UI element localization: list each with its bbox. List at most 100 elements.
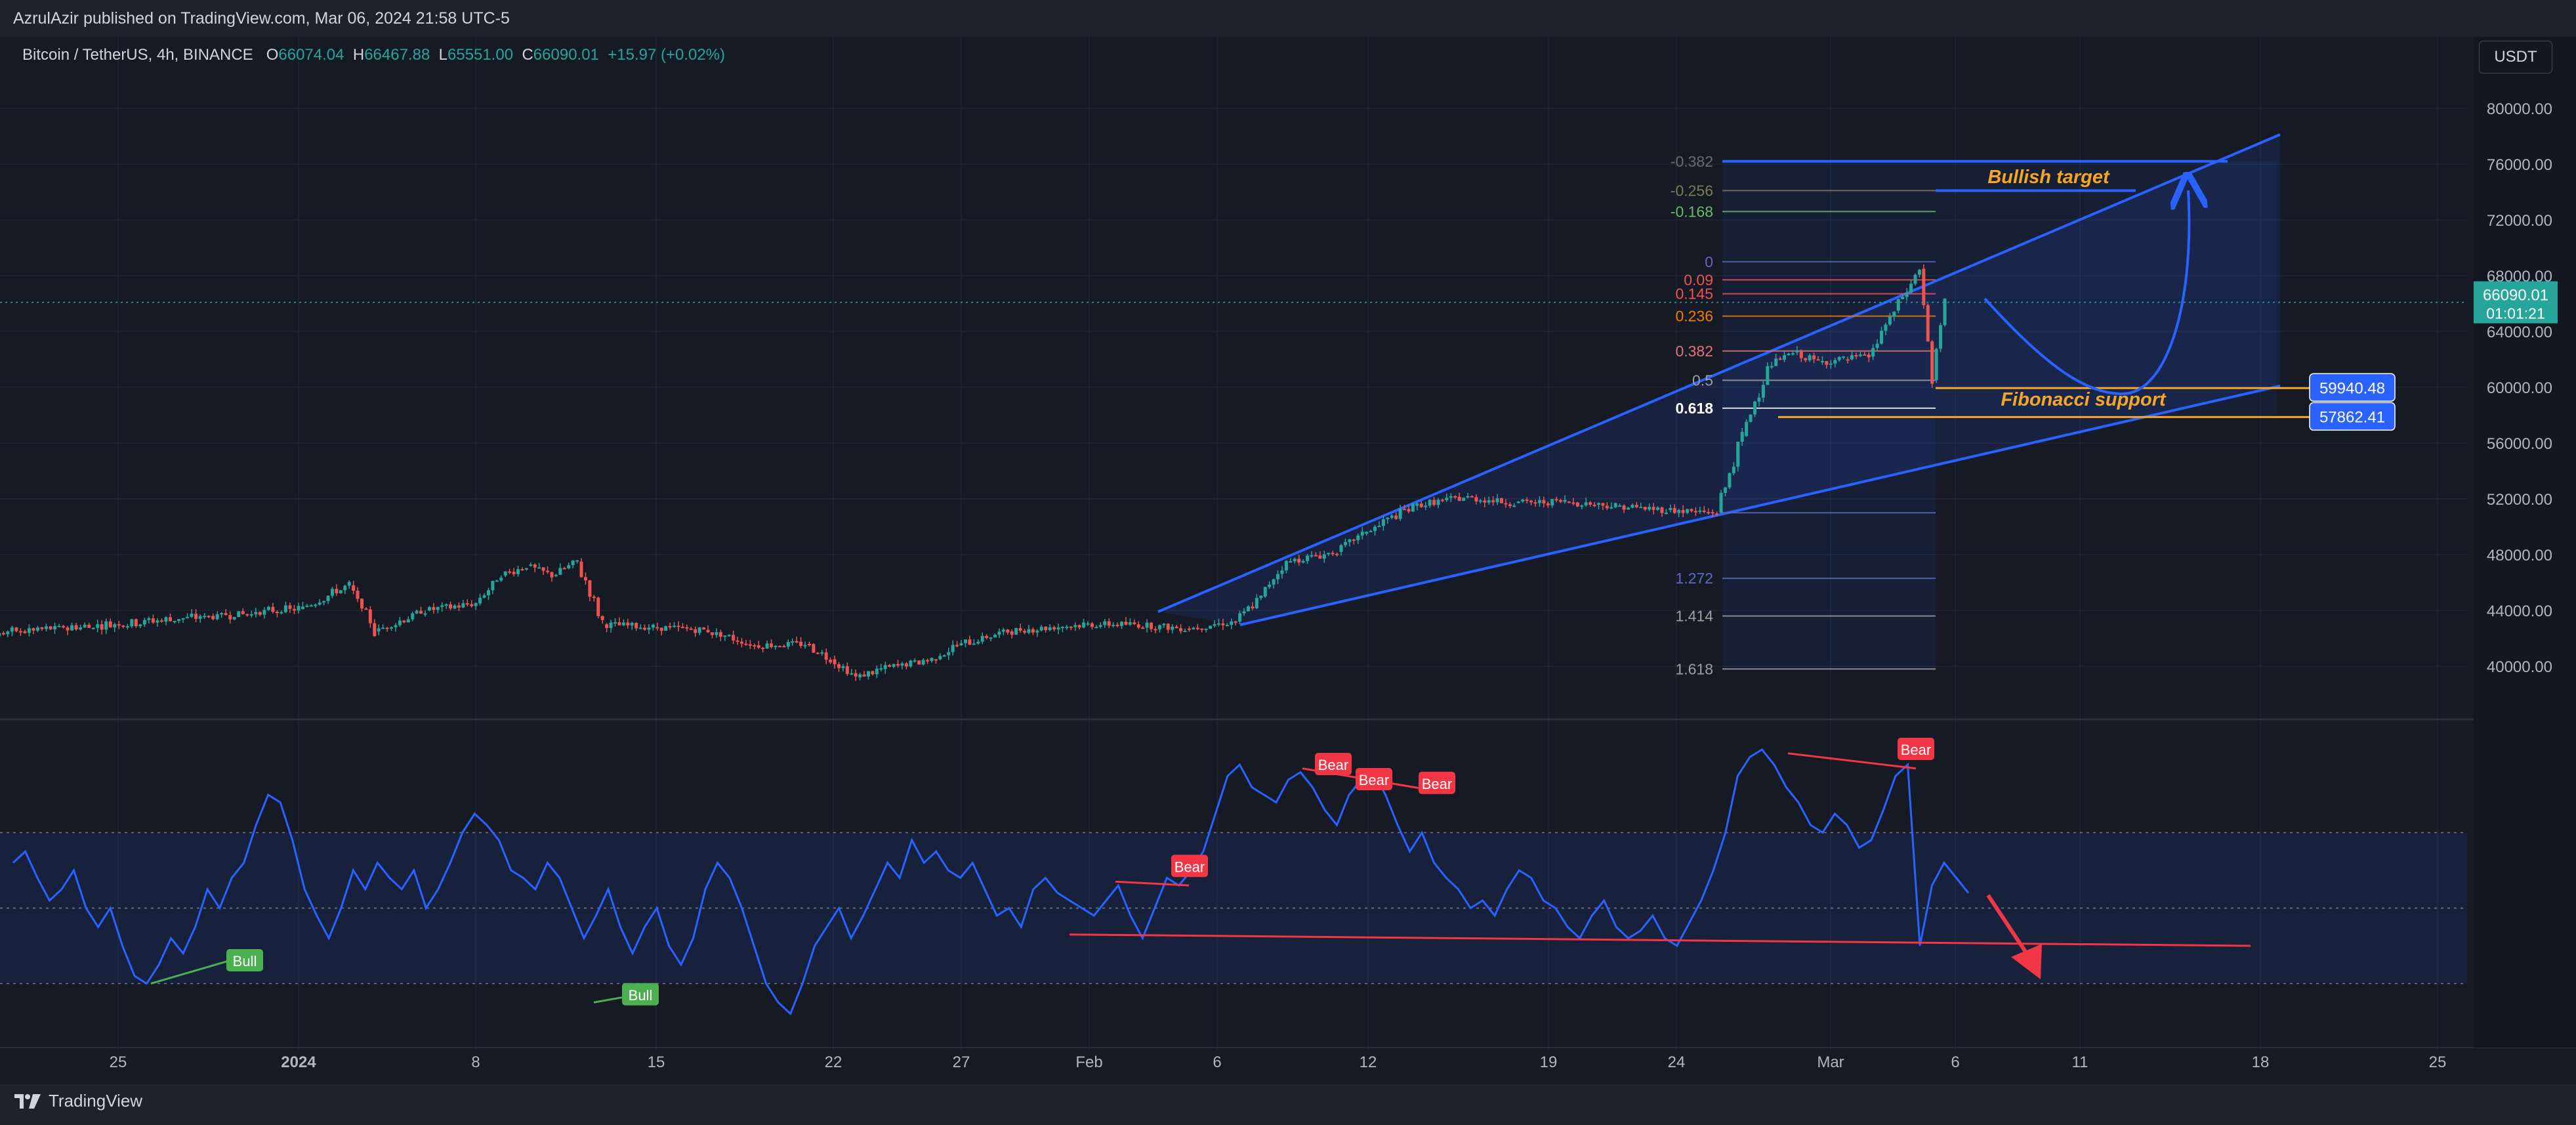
candle-body bbox=[1415, 503, 1419, 506]
tradingview-logo[interactable]: TradingView bbox=[13, 1091, 142, 1111]
candle-body bbox=[694, 629, 697, 633]
candle-body bbox=[1740, 432, 1744, 442]
candle-body bbox=[1221, 623, 1225, 626]
candle-body bbox=[871, 671, 875, 675]
candle-body bbox=[1187, 628, 1191, 630]
candle-body bbox=[550, 572, 554, 578]
candle-body bbox=[1504, 503, 1508, 505]
price-tick-label: 64000.00 bbox=[2487, 324, 2552, 341]
candle-body bbox=[820, 652, 824, 654]
candle-body bbox=[53, 626, 57, 629]
bottom-bar bbox=[0, 1084, 2576, 1125]
candle-body bbox=[1917, 269, 1921, 275]
candle-body bbox=[1098, 625, 1102, 627]
candle-body bbox=[1132, 622, 1136, 624]
candle-body bbox=[1660, 507, 1664, 513]
candle-body bbox=[83, 624, 87, 627]
candle-body bbox=[1094, 627, 1098, 629]
candle-body bbox=[993, 635, 997, 638]
chart-svg[interactable]: -0.382-0.256-0.16800.090.1450.2360.3820.… bbox=[0, 0, 2576, 1125]
candle-body bbox=[1521, 499, 1525, 502]
fib-level-label: 0.382 bbox=[1675, 343, 1713, 360]
candle-body bbox=[373, 623, 377, 637]
candle-body bbox=[249, 614, 253, 616]
candle-body bbox=[930, 658, 934, 662]
low-value: 65551.00 bbox=[447, 46, 514, 64]
candle-body bbox=[795, 641, 799, 643]
candle-body bbox=[803, 645, 807, 647]
candle-body bbox=[1090, 623, 1094, 627]
candle-body bbox=[1533, 502, 1537, 504]
time-tick-label: 2024 bbox=[281, 1053, 316, 1071]
close-label: C bbox=[522, 46, 533, 64]
candle-body bbox=[605, 624, 609, 628]
candle-body bbox=[643, 627, 647, 630]
candle-body bbox=[727, 635, 731, 637]
candle-body bbox=[125, 626, 129, 628]
time-tick-label: Feb bbox=[1075, 1053, 1102, 1071]
candle-body bbox=[411, 613, 415, 620]
candle-body bbox=[487, 590, 490, 596]
candle-body bbox=[1913, 274, 1917, 284]
candle-body bbox=[1702, 510, 1706, 513]
candle-body bbox=[1723, 487, 1727, 493]
candle-body bbox=[1272, 579, 1276, 585]
candle-body bbox=[659, 627, 663, 631]
candle-body bbox=[499, 578, 503, 581]
candle-body bbox=[955, 645, 959, 647]
candle-body bbox=[130, 619, 134, 627]
candle-body bbox=[1783, 355, 1787, 360]
candle-body bbox=[917, 660, 921, 665]
candle-body bbox=[335, 589, 339, 593]
candle-body bbox=[1736, 442, 1740, 467]
high-label: H bbox=[352, 46, 365, 64]
candle-body bbox=[1255, 598, 1258, 608]
change-value: +15.97 (+0.02%) bbox=[608, 46, 726, 64]
candle-body bbox=[1791, 353, 1795, 355]
candle-body bbox=[634, 623, 638, 629]
candle-body bbox=[1234, 621, 1237, 623]
candle-body bbox=[1166, 624, 1170, 630]
candle-body bbox=[280, 612, 283, 614]
candle-body bbox=[959, 643, 963, 646]
candle-body bbox=[377, 628, 381, 631]
candle-body bbox=[1672, 507, 1676, 513]
candle-body bbox=[1542, 499, 1546, 503]
candle-body bbox=[194, 613, 198, 619]
candle-body bbox=[1656, 507, 1660, 510]
candle-body bbox=[697, 627, 701, 633]
candle-body bbox=[1575, 502, 1579, 507]
candle-body bbox=[1457, 496, 1461, 501]
divergence-label: Bear bbox=[1901, 742, 1931, 758]
candle-body bbox=[1610, 507, 1613, 509]
candle-body bbox=[1896, 299, 1900, 311]
candle-body bbox=[883, 665, 887, 669]
candle-body bbox=[343, 585, 347, 591]
candle-body bbox=[753, 645, 757, 647]
candle-body bbox=[288, 605, 292, 609]
fib-level-label: 0.236 bbox=[1675, 308, 1713, 325]
candle-body bbox=[1141, 627, 1145, 629]
candle-body bbox=[1837, 357, 1841, 360]
candle-body bbox=[35, 627, 39, 631]
candle-body bbox=[1652, 507, 1655, 510]
close-value: 66090.01 bbox=[533, 46, 599, 64]
candle-body bbox=[1209, 626, 1213, 629]
candle-body bbox=[850, 673, 854, 675]
candle-body bbox=[432, 606, 436, 610]
candle-body bbox=[1892, 311, 1896, 317]
candle-body bbox=[1428, 499, 1432, 506]
candle-body bbox=[1390, 515, 1394, 518]
candle-body bbox=[482, 595, 486, 598]
divergence-label: Bull bbox=[629, 987, 653, 1004]
candle-body bbox=[14, 627, 18, 631]
candle-body bbox=[1715, 513, 1719, 515]
candle-body bbox=[360, 599, 364, 609]
candle-body bbox=[807, 644, 811, 645]
candle-body bbox=[1589, 502, 1592, 505]
candle-body bbox=[516, 569, 520, 574]
candle-body bbox=[1880, 330, 1883, 344]
candle-body bbox=[786, 642, 790, 647]
candle-body bbox=[740, 641, 743, 644]
currency-button[interactable]: USDT bbox=[2479, 41, 2552, 74]
